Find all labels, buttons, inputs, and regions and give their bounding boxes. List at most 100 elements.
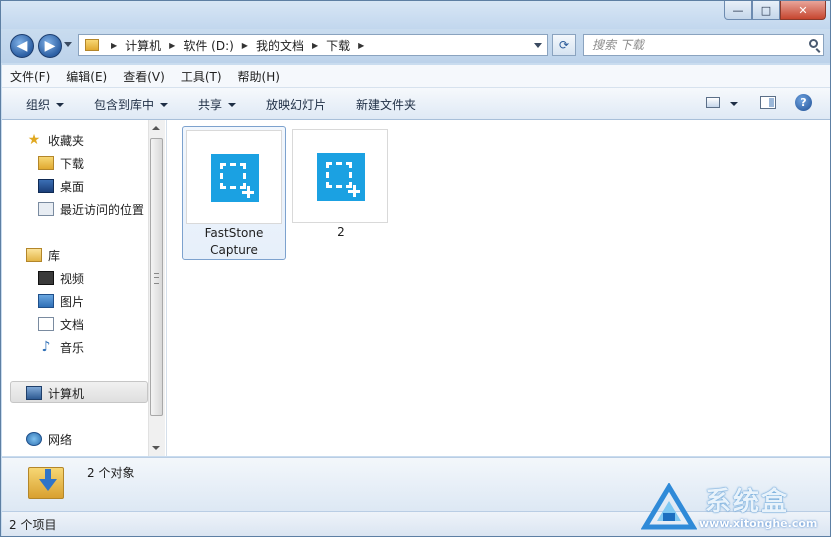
refresh-button[interactable]: ⟳ [552, 34, 576, 56]
chevron-right-icon[interactable]: ▶ [312, 41, 318, 50]
file-item-faststone-capture[interactable]: FastStone Capture [182, 126, 286, 260]
scroll-down-icon[interactable] [152, 446, 160, 450]
faststone-capture-icon [317, 153, 365, 201]
sidebar-network[interactable]: 网络 [26, 429, 72, 449]
breadcrumb-my-documents[interactable]: 我的文档 [256, 37, 304, 54]
chevron-down-icon [228, 102, 237, 107]
picture-library-icon [38, 294, 54, 308]
navigation-pane: ★ 收藏夹 下载 桌面 最近访问的位置 库 视频 图片 文档 ♪ 音乐 计算机 … [2, 120, 167, 456]
new-folder-label: 新建文件夹 [356, 98, 417, 112]
menu-file[interactable]: 文件(F) [2, 68, 58, 85]
file-name-line2: Capture [210, 243, 258, 257]
file-name-line1: FastStone [204, 226, 264, 240]
sidebar-item-label: 最近访问的位置 [60, 202, 145, 217]
menu-view[interactable]: 查看(V) [115, 68, 173, 85]
music-note-icon: ♪ [41, 339, 51, 355]
file-thumbnail [292, 129, 388, 223]
search-placeholder: 搜索 下载 [592, 38, 644, 52]
chevron-right-icon[interactable]: ▶ [111, 41, 117, 50]
sidebar-item-label: 视频 [60, 271, 85, 286]
watermark: 系统盒 www.xitonghe.com [641, 479, 830, 536]
include-in-library-button[interactable]: 包含到库中 [94, 96, 169, 113]
sidebar-item-label: 音乐 [60, 340, 85, 355]
faststone-capture-icon [211, 154, 259, 202]
watermark-title: 系统盒 [705, 487, 790, 517]
library-icon [26, 248, 42, 262]
sidebar-item-label: 文档 [60, 317, 85, 332]
close-button[interactable]: ✕ [780, 1, 826, 20]
menu-help[interactable]: 帮助(H) [230, 68, 288, 85]
video-library-icon [38, 271, 54, 285]
back-button[interactable]: ◀ [10, 34, 34, 58]
file-item-2[interactable]: 2 [289, 126, 393, 260]
breadcrumb-computer[interactable]: 计算机 [125, 37, 161, 54]
menu-bar: 文件(F) 编辑(E) 查看(V) 工具(T) 帮助(H) [2, 65, 830, 88]
view-options-dropdown-icon[interactable] [730, 102, 738, 106]
sidebar-libraries-label: 库 [48, 248, 61, 263]
search-icon[interactable] [809, 39, 818, 48]
recent-places-icon [38, 202, 54, 216]
sidebar-item-label: 图片 [60, 294, 85, 309]
scrollbar-thumb[interactable] [150, 138, 163, 416]
chevron-down-icon [160, 102, 169, 107]
downloads-folder-icon [38, 156, 54, 170]
sidebar-item-documents[interactable]: 文档 [38, 314, 84, 334]
breadcrumb-downloads[interactable]: 下载 [326, 37, 350, 54]
new-folder-button[interactable]: 新建文件夹 [356, 96, 416, 113]
share-button[interactable]: 共享 [198, 96, 237, 113]
scroll-up-icon[interactable] [152, 126, 160, 130]
address-bar[interactable]: ▶ 计算机 ▶ 软件 (D:) ▶ 我的文档 ▶ 下载 ▶ [78, 34, 548, 56]
sidebar-item-desktop[interactable]: 桌面 [38, 176, 84, 196]
watermark-url: www.xitonghe.com [699, 517, 818, 530]
network-icon [26, 432, 42, 446]
chevron-right-icon[interactable]: ▶ [242, 41, 248, 50]
change-view-icon[interactable] [706, 97, 720, 108]
status-text: 2 个项目 [9, 518, 57, 532]
maximize-button[interactable]: □ [752, 1, 780, 20]
include-in-library-label: 包含到库中 [94, 98, 155, 112]
chevron-right-icon[interactable]: ▶ [358, 41, 364, 50]
sidebar-item-pictures[interactable]: 图片 [38, 291, 84, 311]
help-icon[interactable]: ? [795, 94, 812, 111]
chevron-right-icon[interactable]: ▶ [169, 41, 175, 50]
organize-label: 组织 [26, 98, 51, 112]
sidebar-computer-label: 计算机 [48, 386, 85, 401]
command-bar: 组织 包含到库中 共享 放映幻灯片 新建文件夹 ? [2, 88, 830, 120]
title-bar: — □ ✕ [1, 1, 830, 29]
address-history-dropdown-icon[interactable] [534, 43, 542, 48]
breadcrumb-drive-d[interactable]: 软件 (D:) [183, 37, 233, 54]
window-controls: — □ ✕ [724, 1, 826, 20]
file-name: FastStone Capture [183, 225, 285, 259]
sidebar-item-downloads[interactable]: 下载 [38, 153, 84, 173]
sidebar-network-label: 网络 [48, 432, 73, 447]
item-count: 2 个对象 [87, 466, 135, 480]
preview-pane-icon[interactable] [760, 96, 776, 109]
file-name-line1: 2 [337, 225, 345, 239]
minimize-button[interactable]: — [724, 1, 752, 20]
sidebar-scrollbar[interactable] [148, 120, 165, 456]
chevron-down-icon [56, 102, 65, 107]
recent-pages-dropdown-icon[interactable] [64, 42, 72, 47]
menu-tools[interactable]: 工具(T) [173, 68, 230, 85]
share-label: 共享 [198, 98, 223, 112]
search-input[interactable]: 搜索 下载 [583, 34, 824, 56]
forward-button[interactable]: ▶ [38, 34, 62, 58]
sidebar-libraries[interactable]: 库 [26, 245, 60, 265]
document-library-icon [38, 317, 54, 331]
sidebar-favorites-label: 收藏夹 [48, 133, 85, 148]
sidebar-item-recent-places[interactable]: 最近访问的位置 [38, 199, 144, 219]
menu-edit[interactable]: 编辑(E) [58, 68, 115, 85]
navigation-bar: ◀ ▶ ▶ 计算机 ▶ 软件 (D:) ▶ 我的文档 ▶ 下载 ▶ ⟳ 搜索 下… [1, 29, 830, 63]
organize-button[interactable]: 组织 [26, 96, 65, 113]
star-icon: ★ [27, 132, 41, 148]
sidebar-computer[interactable]: 计算机 [26, 383, 84, 403]
downloads-folder-icon [28, 463, 64, 503]
slideshow-button[interactable]: 放映幻灯片 [266, 96, 326, 113]
watermark-logo-icon [641, 483, 697, 530]
file-view: FastStone Capture 2 [167, 120, 830, 456]
sidebar-favorites[interactable]: ★ 收藏夹 [26, 130, 84, 150]
sidebar-item-music[interactable]: ♪ 音乐 [38, 337, 84, 357]
computer-icon [26, 386, 42, 400]
sidebar-item-videos[interactable]: 视频 [38, 268, 84, 288]
file-name: 2 [289, 224, 393, 241]
